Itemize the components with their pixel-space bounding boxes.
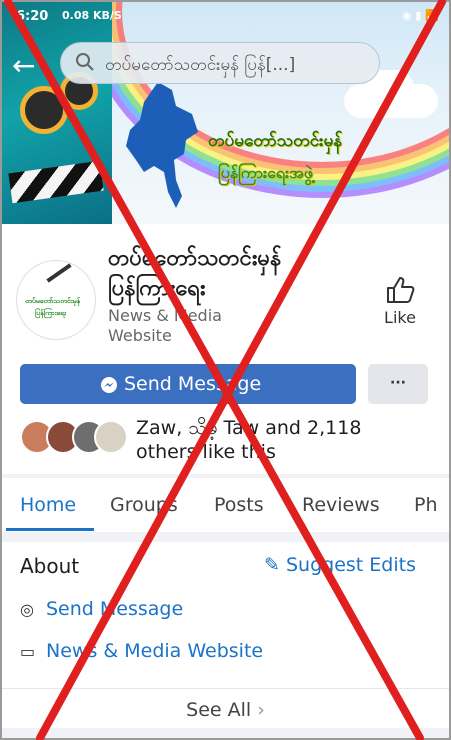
tab-photos[interactable]: Ph (414, 494, 438, 516)
about-category-label: News & Media Website (46, 640, 264, 662)
page-avatar[interactable]: တပ်မတော်သတင်းမှန် ပြန်ကြားရေး (16, 260, 96, 340)
more-options-button[interactable]: ··· (368, 364, 428, 404)
status-icons: ◉ ▮ 📶 (401, 9, 439, 22)
avatar (94, 420, 128, 454)
likes-summary[interactable]: Zaw, သိမ့် Taw and 2,118 others like thi… (136, 416, 416, 464)
avatar-text-1: တပ်မတော်သတင်းမှန် (25, 297, 81, 305)
avatar-text-2: ပြန်ကြားရေး (35, 309, 67, 317)
tab-posts[interactable]: Posts (214, 494, 264, 516)
thumbs-up-icon (387, 277, 415, 303)
page-tabs: Home Groups Posts Reviews Ph (2, 478, 449, 532)
status-bar: 6:20 0.08 KB/S ◉ ▮ 📶 (2, 2, 449, 30)
search-icon (76, 53, 94, 71)
page-title: တပ်မတော်သတင်းမှန်ပြန်ကြားရေး (108, 246, 282, 301)
screenshot-frame: တပ်မတော်သတင်းမှန် ပြန်ကြားရေးအဖွဲ့ 6:20 … (0, 0, 451, 740)
see-all-label: See All (186, 699, 252, 721)
like-label: Like (384, 308, 416, 327)
status-time: 6:20 (16, 9, 49, 24)
about-heading: About (20, 554, 80, 578)
chevron-right-icon: › (257, 699, 265, 721)
send-message-label: Send Message (124, 373, 262, 395)
tab-reviews[interactable]: Reviews (302, 494, 380, 516)
pencil-icon: ✎ (264, 554, 286, 576)
pen-icon (46, 263, 72, 283)
active-tab-indicator (6, 528, 94, 531)
suggest-edits-link[interactable]: ✎ Suggest Edits (264, 554, 416, 576)
status-network: 0.08 KB/S (62, 9, 122, 22)
search-bar[interactable]: တပ်မတော်သတင်းမှန် ပြန်[...] (60, 42, 380, 84)
cover-title-line1: တပ်မတော်သတင်းမှန် (208, 131, 342, 151)
about-category-row[interactable]: ▭ News & Media Website (20, 640, 263, 662)
messenger-icon: ◎ (20, 600, 34, 619)
about-send-message-label: Send Message (46, 598, 184, 620)
messenger-icon (101, 377, 117, 393)
tab-home[interactable]: Home (20, 494, 76, 516)
search-placeholder: တပ်မတော်သတင်းမှန် ပြန်[...] (105, 55, 296, 75)
myanmar-map-icon (126, 82, 198, 208)
page-header: တပ်မတော်သတင်းမှန် ပြန်ကြားရေး တပ်မတော်သတ… (2, 224, 449, 474)
see-all-button[interactable]: See All › (2, 688, 449, 721)
category-icon: ▭ (20, 642, 36, 661)
tab-groups[interactable]: Groups (110, 494, 178, 516)
cover-title-line2: ပြန်ကြားရေးအဖွဲ့ (218, 163, 313, 182)
back-arrow-icon[interactable]: ← (12, 52, 46, 80)
about-section: About ✎ Suggest Edits ◎ Send Message ▭ New… (2, 542, 449, 728)
send-message-button[interactable]: Send Message (20, 364, 356, 404)
cover-photo: တပ်မတော်သတင်းမှန် ပြန်ကြားရေးအဖွဲ့ 6:20 … (2, 2, 449, 224)
page-category: News & Media Website (108, 306, 222, 345)
suggest-edits-label: Suggest Edits (285, 554, 416, 576)
like-button[interactable]: Like (370, 276, 430, 327)
about-send-message-row[interactable]: ◎ Send Message (20, 598, 183, 620)
